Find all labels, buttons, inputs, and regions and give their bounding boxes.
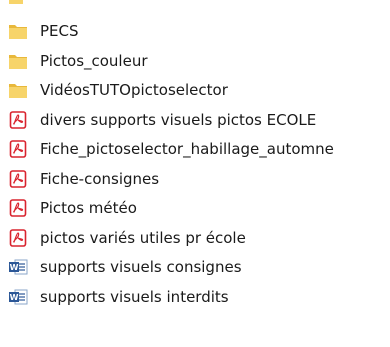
file-row[interactable]: Pictos météo	[0, 195, 390, 221]
partial-folder-icon	[9, 0, 23, 4]
folder-icon	[8, 52, 28, 70]
file-name: Pictos météo	[40, 199, 137, 217]
folder-icon	[8, 81, 28, 99]
file-name: divers supports visuels pictos ECOLE	[40, 111, 317, 129]
folder-icon	[8, 22, 28, 40]
svg-text:W: W	[10, 263, 19, 272]
pdf-icon	[8, 199, 28, 217]
file-name: Fiche_pictoselector_habillage_automne	[40, 140, 334, 158]
file-row[interactable]: Wsupports visuels consignes	[0, 254, 390, 280]
file-name: Fiche-consignes	[40, 170, 160, 188]
pdf-icon	[8, 140, 28, 158]
file-name: VidéosTUTOpictoselector	[40, 81, 228, 99]
file-row[interactable]: divers supports visuels pictos ECOLE	[0, 107, 390, 133]
file-name: supports visuels interdits	[40, 288, 229, 306]
file-row[interactable]: pictos variés utiles pr école	[0, 225, 390, 251]
svg-text:W: W	[10, 293, 19, 302]
file-row[interactable]: Pictos_couleur	[0, 48, 390, 74]
file-name: supports visuels consignes	[40, 258, 242, 276]
file-name: PECS	[40, 22, 79, 40]
pdf-icon	[8, 170, 28, 188]
file-row[interactable]: VidéosTUTOpictoselector	[0, 77, 390, 103]
file-name: Pictos_couleur	[40, 52, 148, 70]
word-doc-icon: W	[8, 288, 28, 306]
word-doc-icon: W	[8, 258, 28, 276]
file-name: pictos variés utiles pr école	[40, 229, 246, 247]
file-row[interactable]: Wsupports visuels interdits	[0, 284, 390, 310]
file-row[interactable]: Fiche-consignes	[0, 166, 390, 192]
file-row[interactable]: PECS	[0, 18, 390, 44]
file-list: PECS Pictos_couleur VidéosTUTOpictoselecto…	[0, 0, 390, 347]
file-row[interactable]: Fiche_pictoselector_habillage_automne	[0, 136, 390, 162]
pdf-icon	[8, 229, 28, 247]
pdf-icon	[8, 111, 28, 129]
